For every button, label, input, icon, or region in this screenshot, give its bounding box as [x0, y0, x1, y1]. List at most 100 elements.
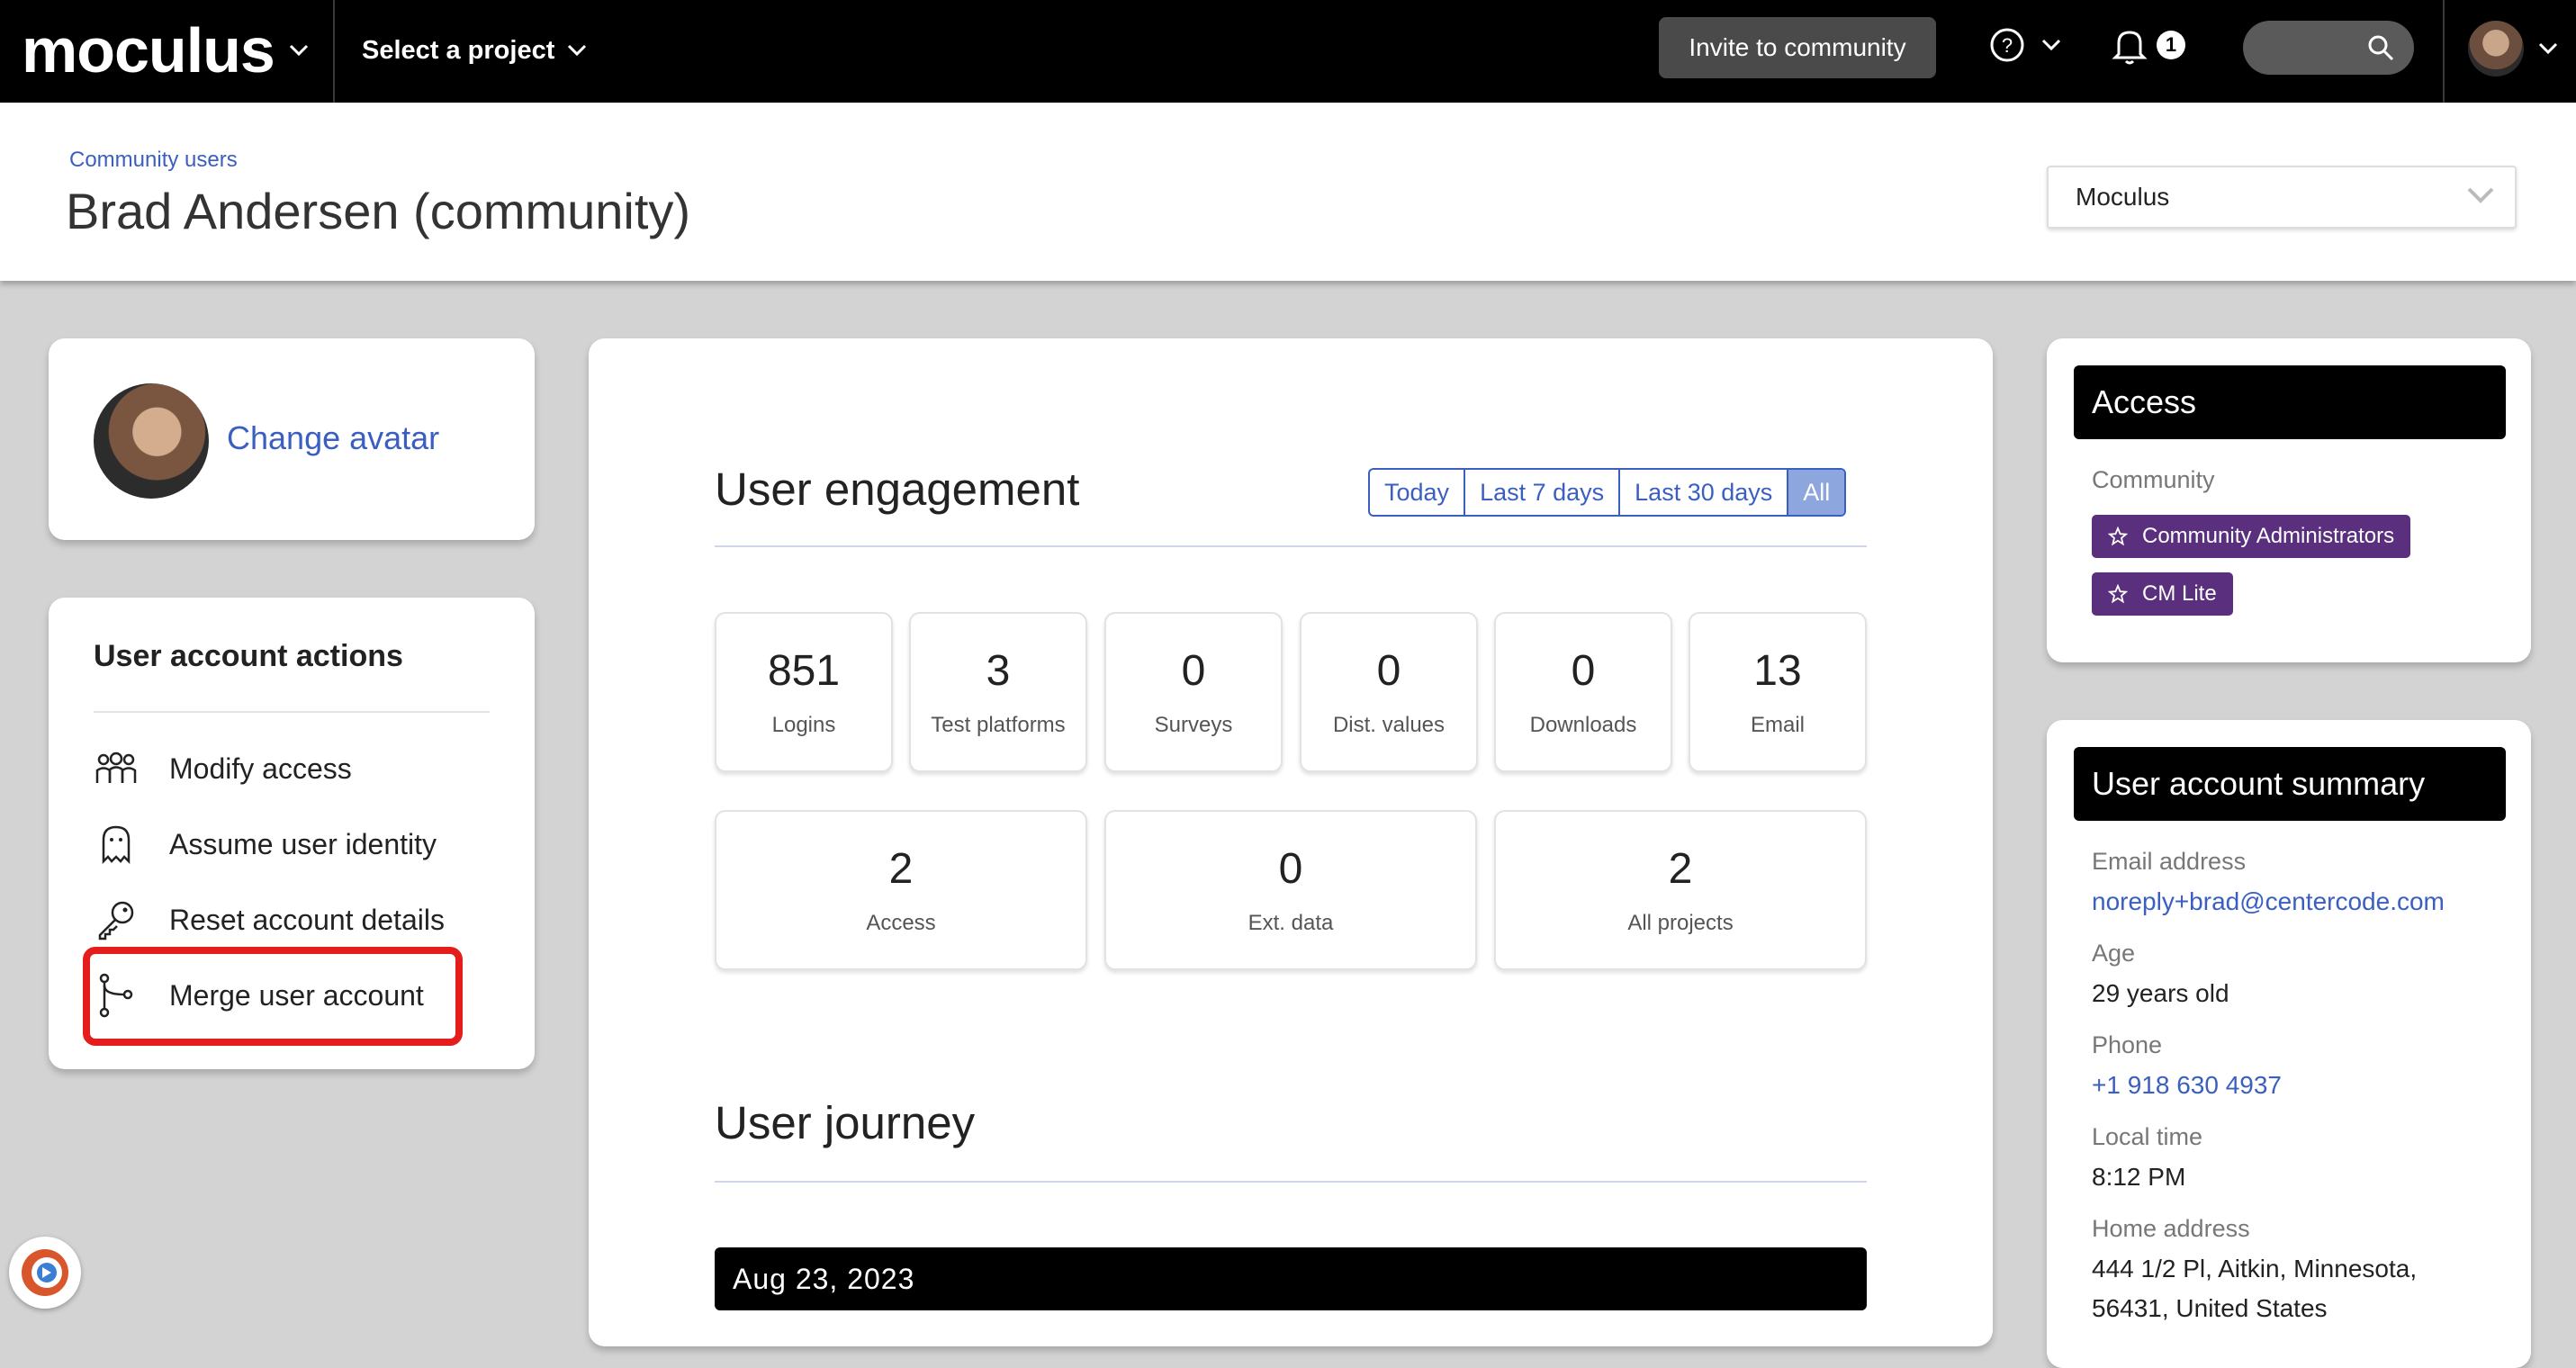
page-title: Brad Andersen (community) [66, 183, 691, 239]
project-dropdown-value: Moculus [2076, 183, 2170, 211]
range-today-button[interactable]: Today [1370, 470, 1464, 515]
stat-label: Dist. values [1332, 713, 1446, 737]
stat-label: Email [1750, 713, 1805, 737]
chat-logo-icon [22, 1249, 68, 1296]
chevron-down-icon [2538, 42, 2558, 55]
local-time-label: Local time [2092, 1123, 2203, 1150]
project-dropdown[interactable]: Moculus [2047, 166, 2517, 229]
action-label: Assume user identity [169, 827, 437, 860]
stat-label: Logins [771, 713, 836, 737]
breadcrumb[interactable]: Community users [69, 148, 238, 173]
action-label: Modify access [169, 752, 352, 785]
range-7-days-button[interactable]: Last 7 days [1464, 470, 1618, 515]
avatar [94, 383, 209, 499]
range-30-days-button[interactable]: Last 30 days [1618, 470, 1787, 515]
ghost-icon [94, 822, 139, 867]
stat-value: 2 [1668, 845, 1693, 893]
star-icon [2108, 526, 2128, 546]
stat-email[interactable]: 13 Email [1689, 612, 1867, 772]
stat-test-platforms[interactable]: 3 Test platforms [909, 612, 1087, 772]
divider [715, 1181, 1867, 1183]
actions-title: User account actions [94, 639, 403, 673]
help-widget-button[interactable] [9, 1237, 81, 1309]
search-input[interactable] [2243, 21, 2414, 75]
brand-menu[interactable]: moculus [22, 13, 309, 88]
stat-label: All projects [1627, 911, 1734, 935]
range-all-button[interactable]: All [1787, 470, 1845, 515]
stat-label: Test platforms [931, 713, 1066, 737]
chevron-down-icon [2041, 39, 2061, 51]
divider [333, 0, 335, 103]
age-label: Age [2092, 940, 2136, 967]
user-journey-title: User journey [715, 1097, 976, 1148]
role-badge[interactable]: CM Lite [2092, 572, 2233, 616]
role-badge[interactable]: Community Administrators [2092, 515, 2411, 558]
summary-header: User account summary [2074, 747, 2506, 821]
stat-all-projects[interactable]: 2 All projects [1494, 810, 1867, 970]
action-label: Reset account details [169, 903, 445, 936]
chevron-down-icon [2467, 187, 2494, 203]
phone-label: Phone [2092, 1031, 2163, 1058]
stat-access[interactable]: 2 Access [715, 810, 1087, 970]
email-link[interactable]: noreply+brad@centercode.com [2092, 887, 2445, 916]
assume-identity-action[interactable]: Assume user identity [94, 817, 437, 871]
date-range-selector: Today Last 7 days Last 30 days All [1368, 468, 1847, 517]
role-label: Community Administrators [2142, 524, 2395, 548]
stat-value: 3 [986, 647, 1011, 695]
stat-label: Ext. data [1247, 911, 1334, 935]
summary-title: User account summary [2092, 765, 2426, 802]
access-title: Access [2092, 383, 2197, 420]
access-card: Access Community Community Administrator… [2047, 338, 2531, 662]
chevron-down-icon [289, 44, 308, 57]
journey-date-header: Aug 23, 2023 [715, 1247, 1867, 1310]
stat-label: Access [866, 911, 936, 935]
age-value: 29 years old [2092, 979, 2229, 1007]
stat-value: 13 [1753, 647, 1802, 695]
help-icon: ? [1990, 28, 2024, 62]
stat-value: 0 [1181, 647, 1206, 695]
invite-button[interactable]: Invite to community [1659, 17, 1936, 78]
page-header: Community users Brad Andersen (community… [0, 103, 2576, 281]
address-line-2: 56431, United States [2092, 1294, 2328, 1322]
stat-value: 0 [1376, 647, 1401, 695]
email-label: Email address [2092, 848, 2247, 875]
stat-value: 851 [767, 647, 841, 695]
stat-value: 0 [1571, 647, 1596, 695]
role-label: CM Lite [2142, 581, 2217, 606]
star-icon [2108, 584, 2128, 604]
stat-downloads[interactable]: 0 Downloads [1494, 612, 1672, 772]
svg-text:?: ? [2002, 34, 2013, 57]
project-selector-label: Select a project [362, 35, 555, 65]
project-selector[interactable]: Select a project [362, 25, 587, 76]
bell-icon [2112, 31, 2148, 65]
modify-access-action[interactable]: Modify access [94, 742, 352, 796]
phone-link[interactable]: +1 918 630 4937 [2092, 1071, 2282, 1100]
access-header: Access [2074, 365, 2506, 439]
help-menu[interactable]: ? [1989, 27, 2061, 63]
divider [715, 545, 1867, 547]
stat-logins[interactable]: 851 Logins [715, 612, 893, 772]
divider [94, 711, 490, 713]
reset-account-action[interactable]: Reset account details [94, 893, 445, 947]
avatar-card: Change avatar [49, 338, 535, 540]
stat-surveys[interactable]: 0 Surveys [1104, 612, 1283, 772]
search-icon [2368, 35, 2394, 61]
divider [2443, 0, 2445, 103]
address-label: Home address [2092, 1215, 2250, 1242]
user-account-summary-card: User account summary Email address norep… [2047, 720, 2531, 1368]
notifications-button[interactable]: 1 [2112, 25, 2185, 65]
avatar [2468, 21, 2524, 76]
notification-count-badge: 1 [2157, 31, 2185, 59]
change-avatar-link[interactable]: Change avatar [227, 419, 439, 457]
user-menu[interactable] [2468, 21, 2558, 76]
chevron-down-icon [568, 44, 587, 57]
stat-dist-values[interactable]: 0 Dist. values [1300, 612, 1478, 772]
highlight-box [83, 947, 463, 1046]
address-line-1: 444 1/2 Pl, Aitkin, Minnesota, [2092, 1255, 2418, 1282]
access-section-label: Community [2092, 466, 2215, 493]
key-icon [94, 897, 139, 942]
brand-logo: moculus [22, 15, 275, 86]
stat-ext-data[interactable]: 0 Ext. data [1104, 810, 1477, 970]
local-time-value: 8:12 PM [2092, 1163, 2186, 1191]
stat-value: 2 [888, 845, 914, 893]
